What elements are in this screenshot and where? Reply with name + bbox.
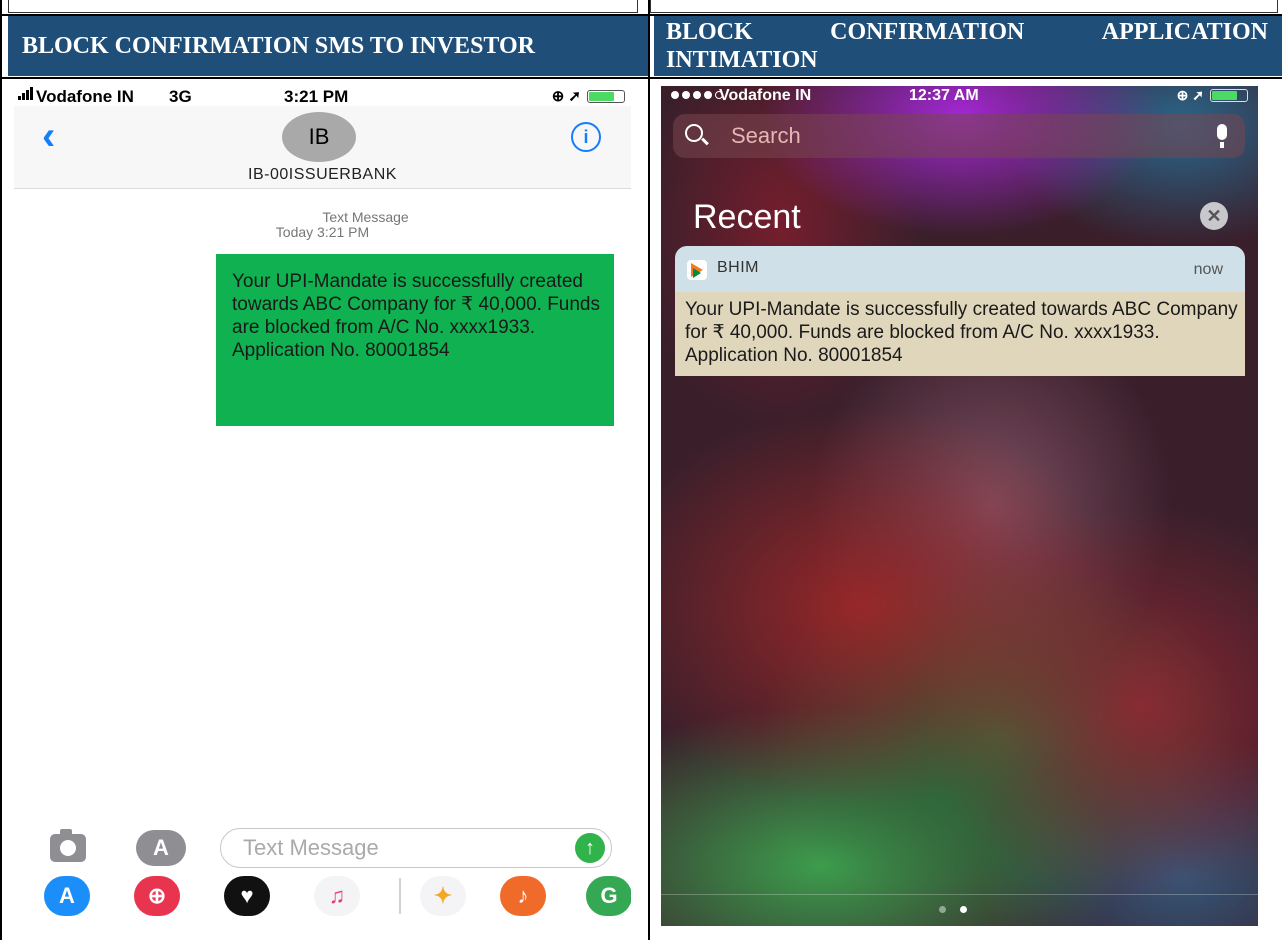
sms-screenshot: Vodafone IN 3G 3:21 PM ⊕ ➚ ‹ IB IB-00ISS…: [14, 86, 631, 919]
search-icon: [685, 124, 703, 142]
app-drawer: A ⊕ ♥ ♫ ✦ ♪ G: [14, 876, 631, 919]
compose-bar: A Text Message ↑: [14, 826, 631, 872]
microphone-icon[interactable]: [1217, 124, 1227, 148]
drawer-divider: [399, 878, 401, 914]
top-cell-right: [650, 0, 1278, 13]
info-icon[interactable]: i: [571, 122, 601, 152]
header-right-line2: INTIMATION: [666, 47, 818, 73]
table-border-header-bottom: [0, 77, 1282, 79]
status-time-right: 12:37 AM: [909, 87, 979, 104]
camera-icon[interactable]: [50, 829, 86, 862]
message-type: Text Message: [322, 209, 409, 225]
back-chevron-icon[interactable]: ‹: [42, 116, 55, 156]
status-bar: Vodafone IN 3G 3:21 PM ⊕ ➚: [14, 86, 631, 106]
maps-icon[interactable]: G: [586, 876, 631, 916]
dock-divider: [661, 894, 1258, 895]
network-label: 3G: [169, 87, 192, 106]
send-icon[interactable]: ↑: [575, 833, 605, 863]
digital-touch-icon[interactable]: ♥: [224, 876, 270, 916]
header-right-line1: BLOCK CONFIRMATION APPLICATION: [666, 18, 1268, 46]
signal-icon: [18, 87, 34, 100]
clear-icon[interactable]: ✕: [1200, 202, 1228, 230]
message-meta: Text Message Today 3:21 PM: [14, 210, 631, 240]
notification-app-name: BHIM: [717, 259, 759, 276]
app-store-button[interactable]: A: [136, 830, 186, 866]
garageband-icon[interactable]: ♪: [500, 876, 546, 916]
bhim-logo-icon: [687, 260, 707, 280]
battery-icon: [587, 89, 625, 103]
location-icon: ⊕ ➚: [551, 88, 581, 105]
status-icons: ⊕ ➚: [552, 87, 625, 105]
conversation-header: ‹ IB IB-00ISSUERBANK i: [14, 106, 631, 189]
recent-heading: Recent: [693, 198, 801, 236]
top-cell-left: [8, 0, 638, 13]
message-input-placeholder: Text Message: [243, 835, 379, 860]
notification-time: now: [1193, 261, 1223, 278]
message-bubble[interactable]: Your UPI-Mandate is successfully created…: [216, 254, 614, 426]
location-icon: ⊕ ➚: [1176, 87, 1204, 103]
status-icons-right: ⊕ ➚: [1177, 87, 1248, 104]
search-images-icon[interactable]: ⊕: [134, 876, 180, 916]
carrier-label: Vodafone IN: [36, 87, 134, 106]
signal-dots-icon: [671, 91, 723, 99]
message-input[interactable]: Text Message ↑: [220, 828, 612, 868]
contact-name[interactable]: IB-00ISSUERBANK: [14, 166, 631, 184]
header-left-title: BLOCK CONFIRMATION SMS TO INVESTOR: [22, 33, 535, 59]
status-time: 3:21 PM: [284, 87, 349, 106]
music-icon[interactable]: ♫: [314, 876, 360, 916]
header-right-word-1: BLOCK: [666, 19, 753, 45]
header-right-word-2: CONFIRMATION: [830, 19, 1025, 45]
search-placeholder: Search: [731, 123, 801, 148]
header-right-word-3: APPLICATION: [1101, 19, 1268, 45]
app-store-icon[interactable]: A: [44, 876, 90, 916]
carrier-label-right: Vodafone IN: [719, 87, 812, 104]
notification-screenshot: Vodafone IN 12:37 AM ⊕ ➚ Search Recent ✕…: [661, 86, 1258, 926]
status-bar-right: Vodafone IN 12:37 AM ⊕ ➚: [661, 86, 1258, 106]
contact-avatar[interactable]: IB: [282, 112, 356, 162]
notification-header[interactable]: BHIM now: [675, 246, 1245, 292]
photos-icon[interactable]: ✦: [420, 876, 466, 916]
table-border-middle: [648, 0, 650, 940]
header-left: BLOCK CONFIRMATION SMS TO INVESTOR: [8, 16, 648, 76]
table-border-left: [0, 0, 2, 940]
battery-icon: [1210, 89, 1248, 102]
notification-body[interactable]: Your UPI-Mandate is successfully created…: [675, 292, 1245, 376]
search-input[interactable]: Search: [673, 114, 1245, 158]
header-right: BLOCK CONFIRMATION APPLICATION INTIMATIO…: [654, 16, 1282, 76]
message-time: Today 3:21 PM: [275, 224, 370, 240]
page-indicator: [939, 906, 967, 913]
